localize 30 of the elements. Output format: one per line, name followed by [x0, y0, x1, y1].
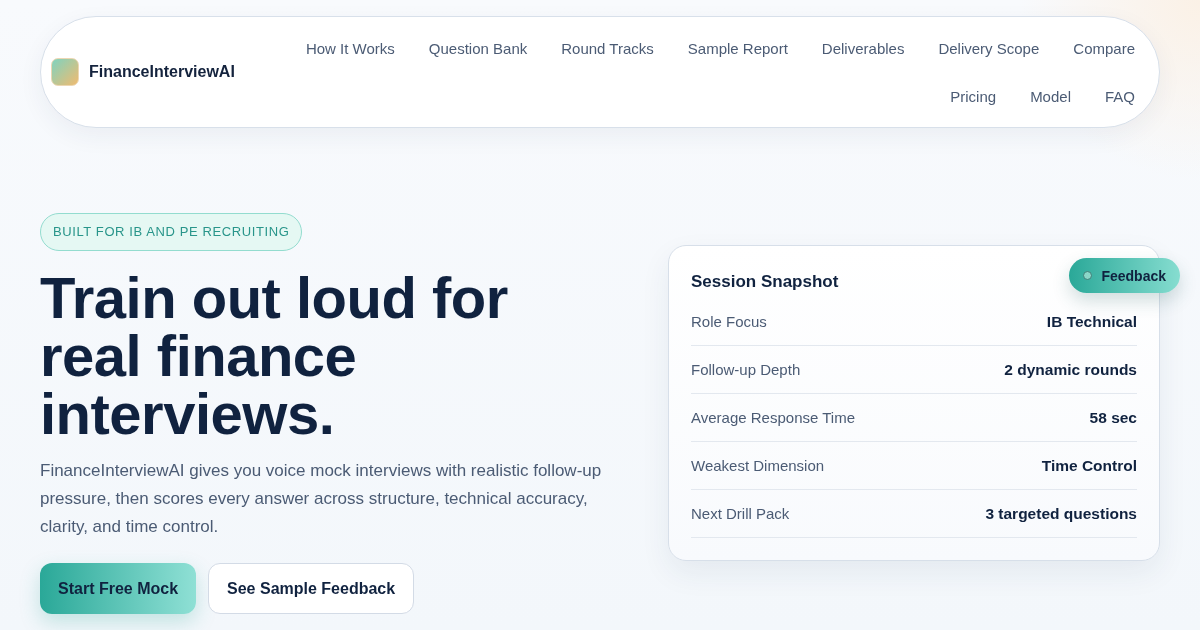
row-label: Weakest Dimension: [691, 457, 825, 474]
nav-link[interactable]: Delivery Scope: [938, 39, 1040, 57]
row-value: 58 sec: [1089, 408, 1137, 427]
row-label: Average Response Time: [691, 409, 855, 426]
nav-link[interactable]: Question Bank: [428, 39, 528, 57]
headline: Train out loud for real finance interviews.: [40, 269, 508, 443]
row-value: Time Control: [1041, 456, 1137, 475]
cta-button[interactable]: See Sample Feedback: [208, 563, 415, 614]
nav-link[interactable]: How It Works: [305, 39, 395, 57]
nav-link[interactable]: Deliverables: [821, 39, 905, 57]
row-value: IB Technical: [1046, 312, 1137, 331]
status-dot-icon: [1083, 271, 1093, 280]
row-value: 2 dynamic rounds: [1004, 360, 1137, 379]
card-title: Session Snapshot: [691, 271, 839, 293]
nav-link[interactable]: Round Tracks: [561, 39, 654, 57]
tagline-badge: BUILT FOR IB AND PE RECRUITING: [40, 213, 303, 251]
brand-name[interactable]: FinanceInterviewAI: [89, 63, 235, 81]
nav-link[interactable]: FAQ: [1105, 87, 1135, 105]
nav-link[interactable]: Compare: [1073, 39, 1135, 57]
nav-link[interactable]: Model: [1030, 87, 1071, 105]
nav-link[interactable]: Sample Report: [687, 39, 788, 57]
row-label: Follow-up Depth: [691, 361, 801, 378]
nav-link[interactable]: Pricing: [950, 87, 997, 105]
cta-button[interactable]: Start Free Mock: [40, 563, 197, 614]
description: FinanceInterviewAI gives you voice mock interviews with realistic follow-up pressure, then scores every answer across structure, technical accuracy, clarity, and time control.: [40, 460, 603, 538]
row-value: 3 targeted questions: [985, 504, 1137, 523]
row-label: Next Drill Pack: [691, 505, 790, 522]
row-label: Role Focus: [691, 313, 767, 330]
logo-icon: [51, 58, 79, 86]
chip-label: Feedback: [1101, 267, 1166, 284]
